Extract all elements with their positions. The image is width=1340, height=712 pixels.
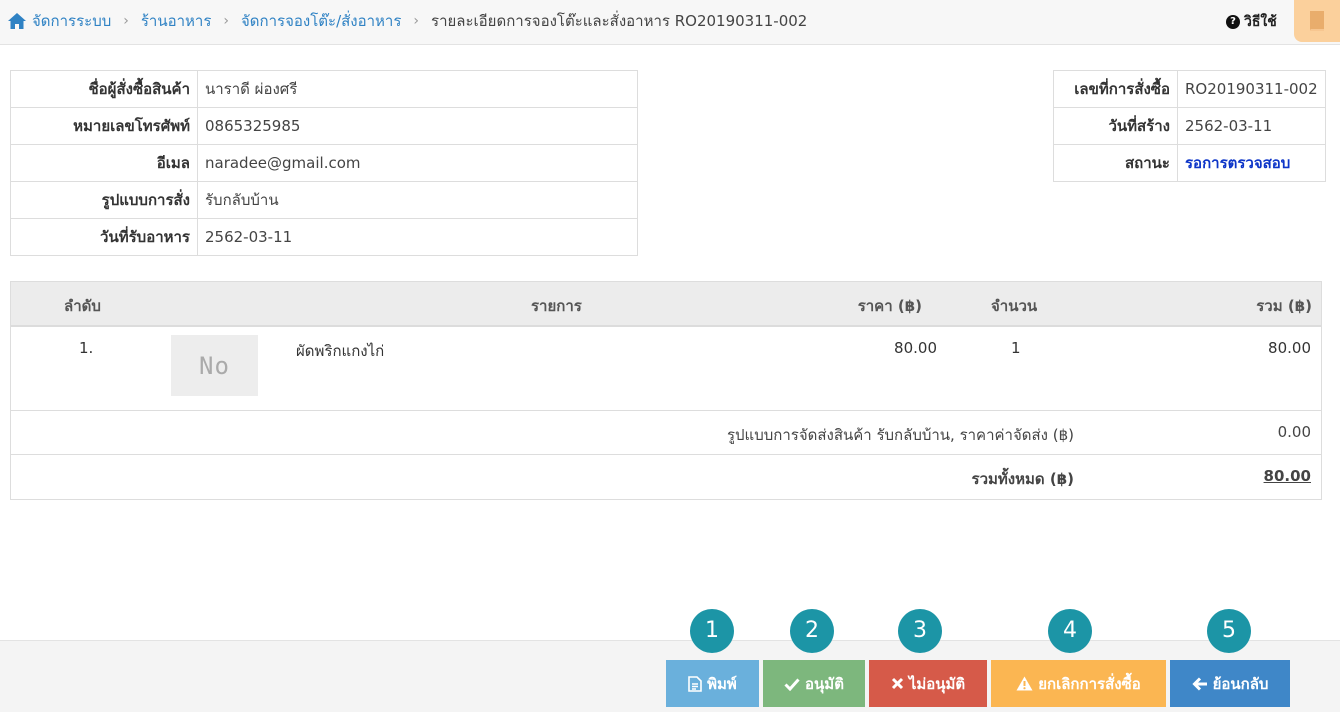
cancel-order-label: ยกเลิกการสั่งซื้อ <box>1038 674 1141 693</box>
reject-button[interactable]: ไม่อนุมัติ <box>869 660 987 707</box>
customer-phone: 0865325985 <box>197 107 638 145</box>
home-icon <box>8 13 26 29</box>
col-header-item: รายการ <box>531 297 582 315</box>
customer-row: วันที่รับอาหาร 2562-03-11 <box>10 218 638 256</box>
customer-row: อีเมล naradee@gmail.com <box>10 144 638 182</box>
customer-email: naradee@gmail.com <box>197 144 638 182</box>
chevron-right-icon: › <box>223 13 230 29</box>
help-link[interactable]: ? วิธีใช้ <box>1226 11 1277 33</box>
grand-total-row: รวมทั้งหมด (฿) 80.00 <box>11 455 1321 499</box>
customer-row: หมายเลขโทรศัพท์ 0865325985 <box>10 107 638 145</box>
customer-name-label: ชื่อผู้สั่งซื้อสินค้า <box>10 70 198 108</box>
manual-book-button[interactable] <box>1294 0 1340 42</box>
status-label: สถานะ <box>1053 144 1178 182</box>
shipping-row: รูปแบบการจัดส่งสินค้า รับกลับบ้าน, ราคาค… <box>11 411 1321 455</box>
order-row: วันที่สร้าง 2562-03-11 <box>1053 107 1326 145</box>
check-icon <box>784 677 800 691</box>
customer-email-label: อีเมล <box>10 144 198 182</box>
breadcrumb-item-booking[interactable]: จัดการจองโต๊ะ/สั่งอาหาร <box>241 9 401 33</box>
customer-info-table: ชื่อผู้สั่งซื้อสินค้า นาราดี ผ่องศรี หมา… <box>10 70 638 256</box>
print-button[interactable]: พิมพ์ <box>666 660 759 707</box>
step-badge-4: 4 <box>1048 609 1092 653</box>
order-number: RO20190311-002 <box>1177 70 1326 108</box>
order-row: สถานะ รอการตรวจสอบ <box>1053 144 1326 182</box>
status-value: รอการตรวจสอบ <box>1177 144 1326 182</box>
breadcrumb-item-restaurant[interactable]: ร้านอาหาร <box>141 9 212 33</box>
back-label: ย้อนกลับ <box>1212 674 1269 693</box>
cancel-order-button[interactable]: ยกเลิกการสั่งซื้อ <box>991 660 1166 707</box>
order-info-table: เลขที่การสั่งซื้อ RO20190311-002 วันที่ส… <box>1053 70 1326 182</box>
order-items-table: ลำดับ รายการ ราคา (฿) จำนวน รวม (฿) 1. N… <box>10 281 1322 500</box>
col-header-total: รวม (฿) <box>1256 297 1312 315</box>
customer-name: นาราดี ผ่องศรี <box>197 70 638 108</box>
order-number-label: เลขที่การสั่งซื้อ <box>1053 70 1178 108</box>
warning-icon <box>1016 676 1033 691</box>
back-button[interactable]: ย้อนกลับ <box>1170 660 1290 707</box>
breadcrumb: จัดการระบบ › ร้านอาหาร › จัดการจองโต๊ะ/ส… <box>7 9 807 33</box>
step-badge-5: 5 <box>1207 609 1251 653</box>
file-text-icon <box>688 675 702 692</box>
pickup-date: 2562-03-11 <box>197 218 638 256</box>
items-table-header: ลำดับ รายการ ราคา (฿) จำนวน รวม (฿) <box>11 282 1321 327</box>
col-header-qty: จำนวน <box>991 297 1038 315</box>
step-badge-1: 1 <box>690 609 734 653</box>
table-row: 1. No ผัดพริกแกงไก่ 80.00 1 80.00 <box>11 327 1321 411</box>
pickup-date-label: วันที่รับอาหาร <box>10 218 198 256</box>
breadcrumb-current: รายละเอียดการจองโต๊ะและสั่งอาหาร RO20190… <box>431 12 808 30</box>
item-price: 80.00 <box>894 339 937 357</box>
approve-button[interactable]: อนุมัติ <box>763 660 865 707</box>
created-date-label: วันที่สร้าง <box>1053 107 1178 145</box>
customer-phone-label: หมายเลขโทรศัพท์ <box>10 107 198 145</box>
print-label: พิมพ์ <box>707 674 737 693</box>
help-label: วิธีใช้ <box>1244 14 1277 30</box>
grand-total-label: รวมทั้งหมด (฿) <box>971 470 1074 488</box>
arrow-left-icon <box>1191 676 1208 691</box>
step-badge-2: 2 <box>790 609 834 653</box>
item-qty: 1 <box>1011 339 1021 357</box>
order-type: รับกลับบ้าน <box>197 181 638 219</box>
shipping-label: รูปแบบการจัดส่งสินค้า รับกลับบ้าน, ราคาค… <box>726 426 1074 444</box>
top-bar: จัดการระบบ › ร้านอาหาร › จัดการจองโต๊ะ/ส… <box>0 0 1340 45</box>
col-header-no: ลำดับ <box>64 297 101 315</box>
approve-label: อนุมัติ <box>805 674 844 693</box>
order-row: เลขที่การสั่งซื้อ RO20190311-002 <box>1053 70 1326 108</box>
chevron-right-icon: › <box>123 13 129 29</box>
customer-row: รูปแบบการสั่ง รับกลับบ้าน <box>10 181 638 219</box>
shipping-value: 0.00 <box>1277 423 1311 441</box>
book-icon <box>1310 11 1324 31</box>
chevron-right-icon: › <box>413 13 420 29</box>
close-icon <box>891 677 904 690</box>
customer-row: ชื่อผู้สั่งซื้อสินค้า นาราดี ผ่องศรี <box>10 70 638 108</box>
item-total: 80.00 <box>1268 339 1311 357</box>
created-date: 2562-03-11 <box>1177 107 1326 145</box>
item-image-placeholder: No <box>171 335 258 396</box>
order-type-label: รูปแบบการสั่ง <box>10 181 198 219</box>
grand-total-value: 80.00 <box>1263 467 1311 485</box>
col-header-price: ราคา (฿) <box>857 297 922 315</box>
item-name: ผัดพริกแกงไก่ <box>296 342 385 360</box>
item-no: 1. <box>79 339 94 357</box>
step-badge-3: 3 <box>898 609 942 653</box>
breadcrumb-item-system[interactable]: จัดการระบบ <box>32 9 111 33</box>
reject-label: ไม่อนุมัติ <box>908 674 966 693</box>
question-circle-icon: ? <box>1226 15 1240 29</box>
